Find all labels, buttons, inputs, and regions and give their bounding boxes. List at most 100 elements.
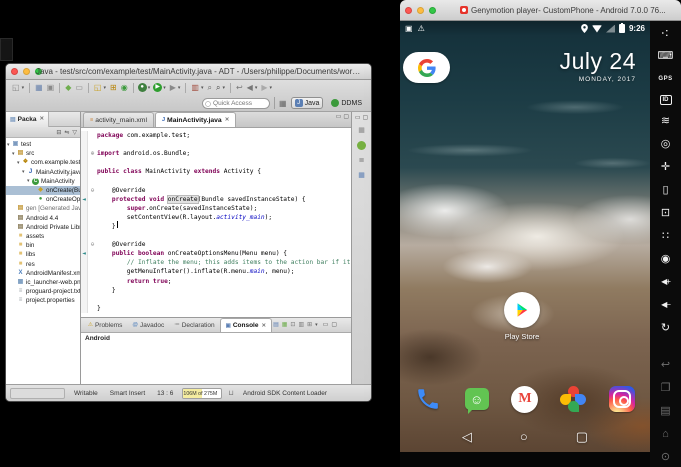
maximize-view-icon[interactable]: ▢: [363, 114, 369, 121]
phone-app-icon[interactable]: [413, 384, 443, 414]
close-tab-icon[interactable]: ✕: [261, 323, 266, 329]
tree-item-src[interactable]: ▾ ▤ src: [6, 149, 80, 158]
console-body[interactable]: Android: [81, 333, 351, 384]
external-tools-icon[interactable]: ▶: [169, 83, 177, 93]
maximize-panel-icon[interactable]: ▢: [331, 321, 337, 328]
print-icon[interactable]: ▣: [46, 83, 56, 93]
android-recents-icon[interactable]: ❐: [661, 381, 671, 395]
outline-icon[interactable]: ≣: [359, 156, 365, 165]
editor-tab-mainactivity-java[interactable]: J MainActivity.java ✕: [154, 112, 237, 127]
console-tab-problems[interactable]: ⚠ Problems: [83, 318, 127, 332]
avd-manager-icon[interactable]: ▭: [74, 83, 84, 93]
tree-item-android-4-4[interactable]: ▤ Android 4.4: [6, 214, 80, 223]
package-explorer-tab[interactable]: ▤ Packa ✕: [6, 111, 50, 127]
battery-icon[interactable]: ▯: [662, 183, 668, 197]
minimize-window-button[interactable]: [23, 68, 30, 75]
tree-item-oncreate-bu[interactable]: ◆ onCreate(Bu: [6, 185, 80, 196]
tree-item-ic-launcher-web-png[interactable]: ▦ ic_launcher-web.png: [6, 278, 80, 287]
minimize-view-icon[interactable]: ▭: [336, 114, 342, 120]
link-with-editor-icon[interactable]: ⇋: [64, 129, 69, 136]
pin-console-icon[interactable]: ▥: [298, 321, 304, 328]
dropdown-arrow-icon[interactable]: ▾: [148, 85, 151, 91]
clear-console-icon[interactable]: ▤: [273, 321, 279, 328]
save-icon[interactable]: ▦: [34, 83, 44, 93]
home-nav-icon[interactable]: ○: [520, 430, 528, 444]
back-nav-icon[interactable]: ◁: [462, 430, 472, 444]
android-menu-icon[interactable]: ▤: [660, 404, 670, 418]
last-edit-location-icon[interactable]: ↩: [235, 83, 244, 93]
perspective-ddms-button[interactable]: DDMS: [327, 97, 366, 109]
android-back-icon[interactable]: ↩: [661, 358, 670, 372]
display-selected-console-icon[interactable]: ▦: [282, 321, 288, 328]
code-editor[interactable]: package com.example.test; ⊕ import android…: [81, 128, 351, 317]
dropdown-arrow-icon[interactable]: ▾: [315, 322, 318, 328]
tree-item-test[interactable]: ▾ ▣ test: [6, 140, 80, 149]
templates-icon[interactable]: ▦: [358, 171, 365, 180]
coverage-icon[interactable]: ▥: [190, 83, 200, 93]
new-java-project-icon[interactable]: ◱: [93, 83, 103, 93]
search-icon[interactable]: ⌕: [215, 83, 221, 93]
console-tab-console[interactable]: ▣ Console ✕: [219, 318, 273, 332]
run-icon[interactable]: ▶: [153, 83, 163, 92]
tree-item-proguard-project-txt[interactable]: ≡ proguard-project.txt: [6, 287, 80, 296]
capture-icon[interactable]: ◉: [661, 252, 671, 266]
minimize-panel-icon[interactable]: ▭: [323, 321, 329, 328]
mylyn-connect-icon[interactable]: [357, 141, 366, 150]
tree-item-project-properties[interactable]: ≡ project.properties: [6, 296, 80, 305]
console-tab-declaration[interactable]: ≔ Declaration: [169, 318, 219, 332]
android-screen[interactable]: ▣ ⚠ 9:26 July 24 MONDAY, 2017 Play Store…: [400, 21, 650, 452]
dropdown-arrow-icon[interactable]: ▾: [22, 85, 25, 91]
play-store-app[interactable]: Play Store: [504, 292, 540, 341]
new-wizard-icon[interactable]: ◱: [11, 83, 21, 93]
network-icon[interactable]: ≋: [661, 114, 670, 128]
google-search-widget[interactable]: [403, 52, 450, 83]
gps-icon[interactable]: GPS: [658, 72, 672, 86]
tree-item-res[interactable]: ■ res: [6, 259, 80, 268]
android-home-icon[interactable]: ⌂: [662, 427, 669, 441]
zoom-window-button[interactable]: [429, 6, 436, 14]
new-class-icon[interactable]: ◉: [120, 83, 129, 93]
dropdown-arrow-icon[interactable]: ▾: [222, 85, 225, 91]
debug-icon[interactable]: ●: [137, 83, 147, 92]
restore-view-icon[interactable]: ▭: [355, 114, 361, 121]
date-widget[interactable]: July 24 MONDAY, 2017: [560, 48, 636, 83]
rotate-screen-icon[interactable]: ↻: [661, 321, 670, 335]
minimize-window-button[interactable]: [417, 6, 424, 14]
messaging-app-icon[interactable]: ☺: [462, 384, 492, 414]
open-console-icon[interactable]: ⊞: [307, 321, 312, 328]
dropdown-arrow-icon[interactable]: ▾: [255, 85, 258, 91]
camera-icon[interactable]: ◎: [661, 137, 671, 151]
identifiers-icon[interactable]: ID: [659, 95, 672, 105]
console-tab-javadoc[interactable]: @ Javadoc: [127, 318, 169, 332]
tree-item-oncreateop[interactable]: ● onCreateOp: [6, 195, 80, 204]
quick-access-input[interactable]: [202, 97, 271, 109]
eclipse-titlebar[interactable]: Java - test/src/com/example/test/MainAct…: [6, 64, 371, 80]
run-garbage-collector-icon[interactable]: ⊔: [228, 389, 233, 397]
task-list-icon[interactable]: ▦: [358, 126, 365, 135]
screencast-icon[interactable]: ⊡: [661, 206, 670, 220]
tree-item-assets[interactable]: ■ assets: [6, 232, 80, 241]
android-sdk-manager-icon[interactable]: ◆: [64, 83, 72, 93]
volume-up-icon[interactable]: ◀+: [661, 275, 671, 289]
recents-nav-icon[interactable]: ▢: [576, 430, 588, 444]
perspective-java-button[interactable]: J Java: [290, 97, 324, 109]
dropdown-arrow-icon[interactable]: ▾: [201, 85, 204, 91]
genymotion-titlebar[interactable]: Genymotion player- CustomPhone - Android…: [400, 0, 681, 21]
close-window-button[interactable]: [405, 6, 412, 14]
photos-app-icon[interactable]: [558, 384, 588, 414]
tree-item-libs[interactable]: ■ libs: [6, 250, 80, 259]
tree-item-mainactivity[interactable]: ▾ C MainActivity: [6, 177, 80, 186]
android-power-icon[interactable]: ⊙: [661, 450, 670, 464]
close-window-button[interactable]: [11, 68, 18, 75]
back-history-icon[interactable]: ◀: [246, 83, 254, 93]
keyboard-icon[interactable]: ⌨: [658, 49, 674, 63]
remote-control-icon[interactable]: ✛: [661, 160, 670, 174]
new-package-icon[interactable]: ⊞: [109, 83, 118, 93]
close-tab-icon[interactable]: ✕: [225, 117, 230, 123]
scroll-lock-icon[interactable]: ⊡: [290, 321, 295, 328]
tree-item-mainactivity-java[interactable]: ▾ J MainActivity.java: [6, 168, 80, 177]
pixel-perfect-icon[interactable]: ∷: [662, 229, 669, 243]
tree-item-androidmanifest-xml[interactable]: X AndroidManifest.xml: [6, 269, 80, 278]
tree-item-bin[interactable]: ■ bin: [6, 241, 80, 250]
editor-tab-activity-main-xml[interactable]: ≡ activity_main.xml: [83, 112, 154, 127]
